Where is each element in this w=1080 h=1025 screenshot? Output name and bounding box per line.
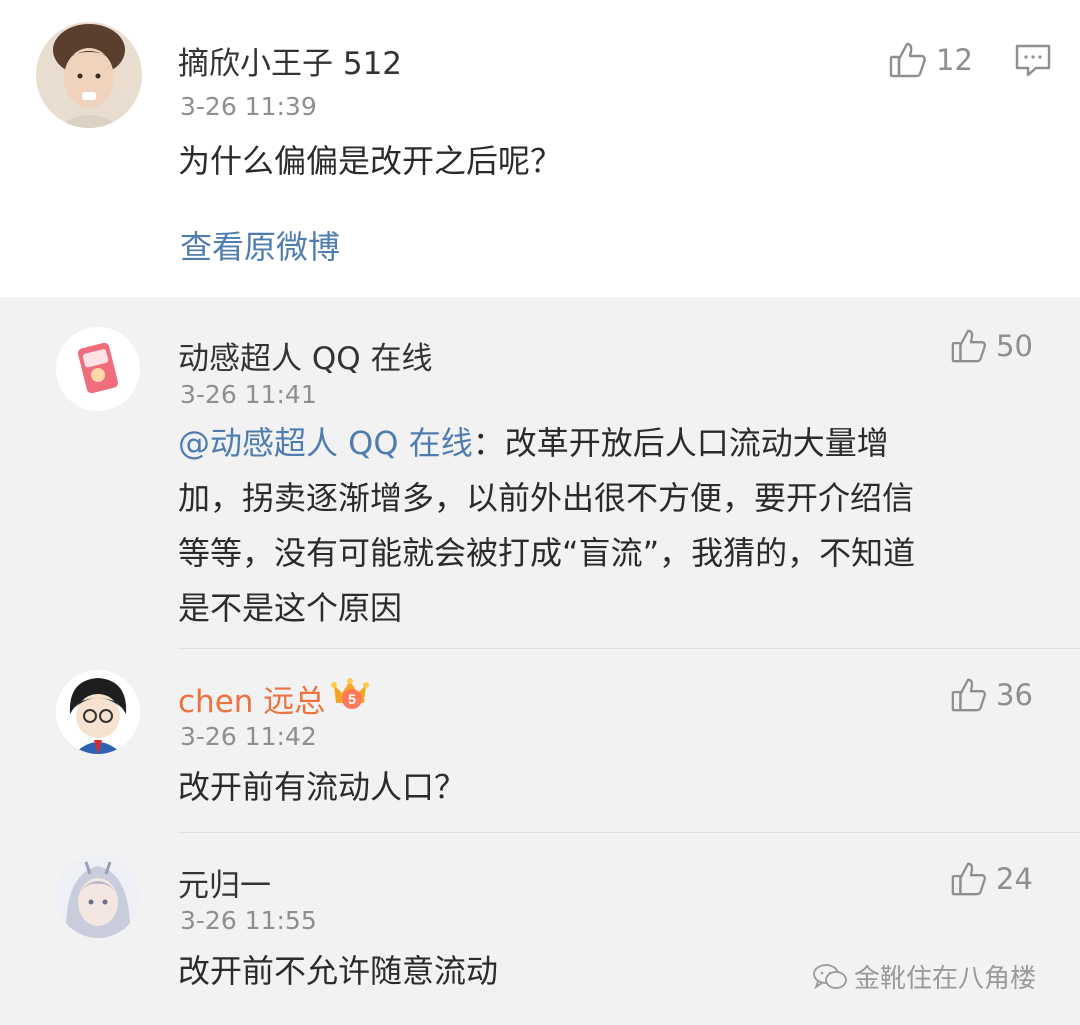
timestamp: 3-26 11:41: [180, 380, 317, 409]
like-count: 12: [936, 43, 973, 77]
like-button[interactable]: 36: [950, 676, 1033, 714]
thumbs-up-icon: [951, 678, 986, 712]
comment-text: 为什么偏偏是改开之后呢？: [178, 142, 563, 180]
wechat-icon: [813, 963, 847, 989]
timestamp: 3-26 11:55: [180, 906, 317, 935]
reply-text-line: 加，拐卖逐渐增多，以前外出很不方便，要开介绍信: [178, 479, 915, 517]
avatar[interactable]: [36, 22, 142, 128]
thumbs-up-icon: [951, 329, 986, 363]
vip-crown-icon: 5: [331, 678, 369, 709]
like-count: 50: [996, 329, 1033, 363]
timestamp: 3-26 11:42: [180, 722, 317, 751]
username[interactable]: 元归一: [178, 860, 271, 905]
like-button[interactable]: 24: [950, 860, 1033, 898]
username[interactable]: 摘欣小王子 512: [178, 38, 402, 83]
username[interactable]: chen 远总: [178, 676, 325, 721]
comment-icon[interactable]: [1014, 42, 1052, 78]
reply-text: @动感超人 QQ 在线：改革开放后人口流动大量增 加，拐卖逐渐增多，以前外出很不…: [178, 416, 1058, 636]
like-count: 36: [996, 678, 1033, 712]
watermark-text: 金靴住在八角楼: [854, 964, 1037, 994]
view-original-weibo-link[interactable]: 查看原微博: [180, 222, 340, 268]
divider: [178, 648, 1080, 649]
avatar[interactable]: [56, 670, 140, 754]
like-count: 24: [996, 862, 1033, 896]
like-button[interactable]: 50: [950, 327, 1033, 365]
thumbs-up-icon: [951, 862, 986, 896]
avatar[interactable]: [56, 854, 140, 938]
replies-section: [0, 297, 1080, 1025]
watermark: 金靴住在八角楼: [812, 958, 1036, 995]
avatar[interactable]: [56, 327, 140, 411]
reply-text: 改开前有流动人口？: [178, 768, 467, 806]
timestamp: 3-26 11:39: [180, 92, 317, 121]
reply-text: 改开前不允许随意流动: [178, 952, 499, 990]
like-button[interactable]: 12: [888, 40, 973, 80]
divider: [178, 832, 1080, 833]
reply-text-line: 等等，没有可能就会被打成“盲流”，我猜的，不知道: [178, 534, 916, 572]
vip-level: 5: [348, 691, 356, 707]
mention-link[interactable]: @动感超人 QQ 在线: [178, 424, 473, 462]
thumbs-up-icon: [889, 42, 926, 78]
top-comment: 摘欣小王子 512 3-26 11:39 为什么偏偏是改开之后呢？ 12 查看原…: [0, 0, 1080, 297]
reply-text-line: 是不是这个原因: [178, 589, 403, 627]
username[interactable]: 动感超人 QQ 在线: [178, 333, 433, 378]
reply-text-line: ：改革开放后人口流动大量增: [472, 424, 889, 462]
